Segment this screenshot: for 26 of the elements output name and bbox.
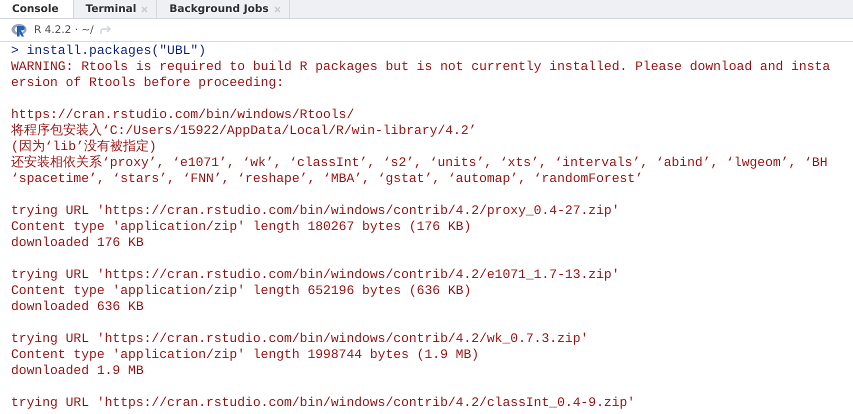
close-icon[interactable]: [141, 6, 148, 12]
close-icon[interactable]: [274, 6, 281, 12]
version-path: R 4.2.2 · ~/: [34, 24, 94, 36]
console-line: WARNING: Rtools is required to build R packages but is not currently installed. Please download and insta: [11, 59, 832, 75]
arrow-icon[interactable]: [100, 25, 112, 35]
console-line: trying URL 'https://cran.rstudio.com/bin/windows/contrib/4.2/classInt_0.4-9.zip': [11, 395, 636, 411]
console-line: downloaded 636 KB: [11, 299, 145, 315]
console-line: 将程序包安装入‘C:/Users/15922/AppData/Local/R/win-library/4.2’: [11, 123, 478, 139]
console-line: downloaded 176 KB: [11, 235, 145, 251]
console-line: trying URL 'https://cran.rstudio.com/bin/windows/contrib/4.2/wk_0.7.3.zip': [11, 331, 590, 347]
console-line: trying URL 'https://cran.rstudio.com/bin/windows/contrib/4.2/e1071_1.7-13.zip': [11, 267, 620, 283]
console-line: (因为‘lib’没有被指定): [11, 139, 158, 155]
console-line: ersion of Rtools before proceeding:: [11, 75, 286, 91]
console-line: Content type 'application/zip' length 180267 bytes (176 KB): [11, 219, 472, 235]
console-line: Content type 'application/zip' length 1998744 bytes (1.9 MB): [11, 347, 480, 363]
console-line: Content type 'application/zip' length 652196 bytes (636 KB): [11, 283, 472, 299]
console-line: 还安装相依关系‘proxy’, ‘e1071’, ‘wk’, ‘classInt’, ‘s2’, ‘units’, ‘xts’, ‘intervals’, ‘abind’, ‘lwgeom’, ‘BH: [11, 155, 829, 171]
console-tab[interactable]: Console: [0, 0, 74, 18]
console-tab[interactable]: Background Jobs: [157, 0, 290, 18]
r-logo-icon: [11, 23, 28, 37]
console-line: downloaded 1.9 MB: [11, 363, 145, 379]
console-line: https://cran.rstudio.com/bin/windows/Rtools/: [11, 107, 356, 123]
console-line: > install.packages("UBL"): [11, 43, 208, 59]
console-line: ‘spacetime’, ‘stars’, ‘FNN’, ‘reshape’, ‘MBA’, ‘gstat’, ‘automap’, ‘randomForest’: [11, 171, 644, 187]
console-tab[interactable]: Terminal: [74, 0, 158, 18]
console-line: trying URL 'https://cran.rstudio.com/bin/windows/contrib/4.2/proxy_0.4-27.zip': [11, 203, 620, 219]
